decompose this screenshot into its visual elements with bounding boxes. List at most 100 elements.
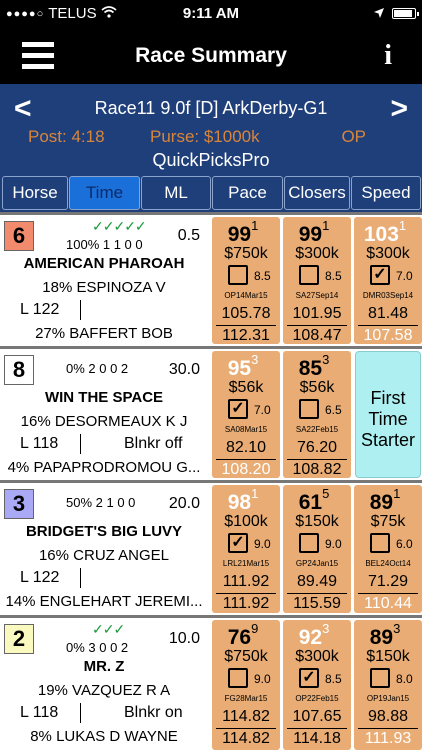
time-1: 81.48	[367, 305, 409, 322]
past-race-card[interactable]: 1031 $300k ✓ 7.0 DMR03Sep14 81.48 107.58	[354, 217, 422, 344]
past-race-card[interactable]: 953 $56k ✓ 7.0 SA08Mar15 82.10 108.20	[212, 351, 280, 478]
time-1: 111.92	[222, 573, 270, 590]
time-1: 98.88	[367, 708, 409, 725]
checkbox-checked[interactable]: ✓	[228, 533, 248, 553]
checkbox[interactable]	[370, 533, 390, 553]
divider	[287, 593, 347, 594]
checkbox[interactable]	[299, 265, 319, 285]
horse-row[interactable]: 2 ✓✓✓ 0% 3 0 0 2 10.0 MR. Z 19% VAZQUEZ …	[0, 618, 422, 750]
past-race-card[interactable]: 893 $150k 8.0 OP19Jan15 98.88 111.93	[354, 620, 422, 750]
horse-stats: 0% 2 0 0 2	[66, 361, 129, 376]
time-2: 108.82	[292, 461, 342, 478]
divider	[80, 703, 81, 723]
race-date: SA27Sep14	[295, 291, 339, 300]
weight: L 122	[20, 301, 60, 318]
horse-list: 6 ✓✓✓✓✓ 100% 1 1 0 0 0.5 AMERICAN PHAROA…	[0, 212, 422, 750]
horse-stats: 100% 1 1 0 0	[66, 237, 143, 252]
past-race-card[interactable]: 853 $56k 6.5 SA22Feb15 76.20 108.82	[283, 351, 351, 478]
tab-ml[interactable]: ML	[141, 176, 211, 210]
time-2: 108.20	[221, 461, 271, 478]
divider	[358, 325, 418, 326]
post-position: 3	[4, 489, 34, 519]
tab-speed[interactable]: Speed	[351, 176, 421, 210]
jockey: 16% DESORMEAUX K J	[20, 413, 188, 430]
divider	[216, 459, 276, 460]
divider	[80, 300, 81, 320]
tab-time[interactable]: Time	[69, 176, 140, 210]
race-date: SA08Mar15	[224, 425, 268, 434]
odds: 9.0	[254, 537, 271, 551]
past-race-card[interactable]: 981 $100k ✓ 9.0 LRL21Mar15 111.92 111.92	[212, 485, 280, 613]
checkbox[interactable]	[370, 668, 390, 688]
odds: 8.5	[325, 269, 342, 283]
source-label: QuickPicksPro	[152, 150, 270, 170]
weight: L 118	[20, 704, 59, 721]
claim-price: $750k	[224, 648, 268, 665]
claim-price: $75k	[370, 513, 406, 530]
past-race-card[interactable]: 891 $75k 6.0 BEL24Oct14 71.29 110.44	[354, 485, 422, 613]
divider	[216, 325, 276, 326]
checkbox-checked[interactable]: ✓	[299, 668, 319, 688]
claim-price: $750k	[224, 245, 268, 262]
time-2: 111.93	[364, 730, 412, 747]
checkbox-checked[interactable]: ✓	[228, 399, 248, 419]
divider	[216, 728, 276, 729]
time-1: 89.49	[296, 573, 338, 590]
next-race-button[interactable]: >	[390, 92, 408, 126]
tab-horse[interactable]: Horse	[2, 176, 68, 210]
sort-tabs: Horse Time ML Pace Closers Speed	[0, 174, 422, 212]
purse: Purse: $1000k	[150, 127, 260, 146]
speed-figure: 991	[227, 218, 259, 246]
checkbox[interactable]	[228, 668, 248, 688]
equipment: Blnkr on	[124, 704, 183, 721]
trainer: 27% BAFFERT BOB	[35, 325, 173, 342]
info-icon[interactable]: i	[384, 40, 392, 72]
past-race-card[interactable]: 991 $750k 8.5 OP14Mar15 105.78 112.31	[212, 217, 280, 344]
checkbox[interactable]	[299, 533, 319, 553]
equipment: Blnkr off	[124, 435, 183, 452]
speed-figure: 1031	[363, 218, 407, 246]
horse-info: 8 0% 2 0 0 2 30.0 WIN THE SPACE 16% DESO…	[0, 349, 208, 480]
odds: 7.0	[254, 403, 271, 417]
past-race-card[interactable]: 991 $300k 8.5 SA27Sep14 101.95 108.47	[283, 217, 351, 344]
time-1: 107.65	[292, 708, 342, 725]
odds: 8.0	[396, 672, 413, 686]
divider	[287, 459, 347, 460]
time-1: 101.95	[292, 305, 342, 322]
tab-closers[interactable]: Closers	[284, 176, 350, 210]
morning-line: 30.0	[168, 361, 200, 378]
tab-pace[interactable]: Pace	[212, 176, 283, 210]
weight: L 118	[20, 435, 59, 452]
horse-row[interactable]: 8 0% 2 0 0 2 30.0 WIN THE SPACE 16% DESO…	[0, 349, 422, 480]
speed-figure: 991	[298, 218, 330, 246]
race-date: OP14Mar15	[224, 291, 268, 300]
checkbox[interactable]	[299, 399, 319, 419]
past-race-card[interactable]: 615 $150k 9.0 GP24Jan15 89.49 115.59	[283, 485, 351, 613]
past-race-card[interactable]: 923 $300k ✓ 8.5 OP22Feb15 107.65 114.18	[283, 620, 351, 750]
checkbox-checked[interactable]: ✓	[370, 265, 390, 285]
post-time: Post: 4:18	[28, 127, 105, 146]
divider	[287, 325, 347, 326]
horse-info: 6 ✓✓✓✓✓ 100% 1 1 0 0 0.5 AMERICAN PHAROA…	[0, 215, 208, 346]
time-2: 108.47	[292, 327, 342, 344]
race-date: BEL24Oct14	[365, 559, 411, 568]
checkbox[interactable]	[228, 265, 248, 285]
speed-figure: 853	[298, 352, 330, 380]
claim-price: $100k	[224, 513, 268, 530]
status-bar: ●●●●○ TELUS 9:11 AM	[0, 0, 422, 28]
past-race-card[interactable]: 769 $750k 9.0 FG28Mar15 114.82 114.82	[212, 620, 280, 750]
claim-price: $56k	[228, 379, 264, 396]
horse-row[interactable]: 3 50% 2 1 0 0 20.0 BRIDGET'S BIG LUVY 16…	[0, 483, 422, 615]
location-arrow-icon	[374, 5, 384, 22]
odds: 6.0	[396, 537, 413, 551]
horse-row[interactable]: 6 ✓✓✓✓✓ 100% 1 1 0 0 0.5 AMERICAN PHAROA…	[0, 215, 422, 346]
speed-figure: 891	[369, 486, 401, 514]
horse-name: AMERICAN PHAROAH	[23, 255, 185, 272]
divider	[216, 593, 276, 594]
race-title: Race11 9.0f [D] ArkDerby-G1	[94, 98, 328, 118]
claim-price: $300k	[295, 648, 339, 665]
race-date: DMR03Sep14	[362, 291, 414, 300]
divider	[358, 728, 418, 729]
race-date: OP22Feb15	[295, 694, 339, 703]
time-2: 111.92	[222, 595, 270, 612]
